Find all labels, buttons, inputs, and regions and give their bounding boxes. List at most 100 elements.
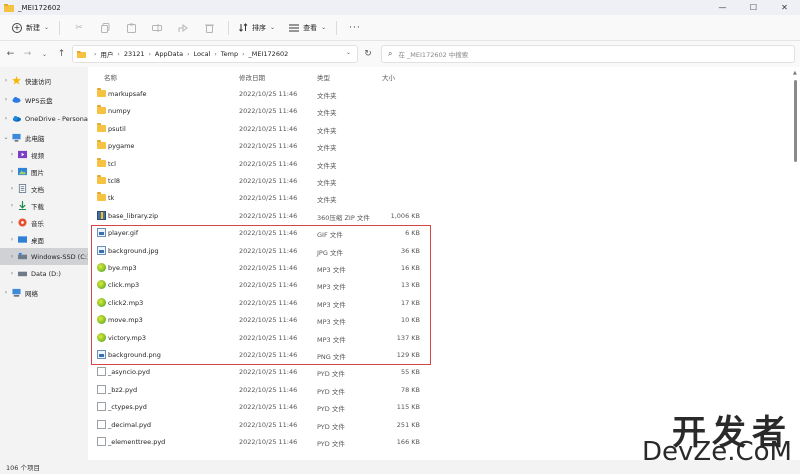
sidebar-item-quick-access[interactable]: › 快速访问 — [0, 72, 88, 89]
sidebar-item-desktop[interactable]: › 桌面 — [0, 231, 88, 248]
sidebar-item-this-pc[interactable]: ⌄ 此电脑 — [0, 129, 88, 146]
chevron-right-icon[interactable]: › — [0, 115, 12, 122]
file-row[interactable]: pygame 2022/10/25 11:46 文件夹 — [88, 137, 800, 154]
file-row[interactable]: tcl 2022/10/25 11:46 文件夹 — [88, 155, 800, 172]
toolbar-divider — [228, 20, 230, 35]
sidebar-item-documents[interactable]: › 文档 — [0, 180, 88, 197]
trash-icon — [204, 24, 214, 33]
chevron-right-icon[interactable]: › — [6, 270, 18, 277]
sidebar-item-wps-cloud[interactable]: › WPS云盘 — [0, 91, 88, 108]
back-button[interactable]: ← — [2, 45, 19, 63]
window-controls: — ☐ ✕ — [707, 0, 800, 15]
share-button[interactable] — [170, 19, 196, 37]
paste-button[interactable] — [118, 19, 144, 37]
refresh-button[interactable]: ↻ — [360, 45, 376, 63]
file-row[interactable]: player.gif 2022/10/25 11:46 GIF 文件 6 KB — [88, 224, 800, 241]
file-size: 36 KB — [400, 246, 420, 255]
chevron-down-icon[interactable]: ⌄ — [0, 134, 12, 141]
recent-locations-button[interactable]: ⌄ — [36, 45, 53, 63]
file-row[interactable]: background.png 2022/10/25 11:46 PNG 文件 129 … — [88, 346, 800, 363]
column-date[interactable]: 修改日期 — [239, 72, 265, 82]
sidebar-item-music[interactable]: › 音乐 — [0, 214, 88, 231]
address-bar[interactable]: › 用户 › 23121 › AppData › Local › Temp › … — [72, 45, 358, 63]
chevron-down-icon[interactable]: ⌄ — [346, 49, 351, 56]
folder-icon — [77, 50, 86, 58]
chevron-right-icon[interactable]: › — [6, 185, 18, 192]
file-row[interactable]: _bz2.pyd 2022/10/25 11:46 PYD 文件 78 KB — [88, 381, 800, 398]
file-type: 360压缩 ZIP 文件 — [317, 213, 370, 222]
scrollbar-thumb[interactable] — [794, 80, 797, 162]
chevron-right-icon[interactable]: › — [6, 168, 18, 175]
column-size[interactable]: 大小 — [382, 72, 395, 82]
drive-icon — [18, 252, 27, 260]
copy-icon — [100, 22, 110, 33]
sidebar-item-onedrive[interactable]: › OneDrive - Persona — [0, 110, 88, 127]
file-row[interactable]: numpy 2022/10/25 11:46 文件夹 — [88, 102, 800, 119]
file-row[interactable]: victory.mp3 2022/10/25 11:46 MP3 文件 137 KB — [88, 329, 800, 346]
file-row[interactable]: psutil 2022/10/25 11:46 文件夹 — [88, 120, 800, 137]
audio-file-icon — [97, 297, 106, 307]
minimize-button[interactable]: — — [707, 0, 738, 15]
chevron-right-icon[interactable]: › — [6, 236, 18, 243]
scroll-up-icon[interactable]: ▲ — [793, 70, 797, 76]
copy-button[interactable] — [92, 19, 118, 37]
delete-button[interactable] — [196, 19, 222, 37]
rename-button[interactable] — [144, 19, 170, 37]
breadcrumb-users[interactable]: 用户 — [100, 49, 113, 59]
file-row[interactable]: bye.mp3 2022/10/25 11:46 MP3 文件 16 KB — [88, 259, 800, 276]
breadcrumb-temp[interactable]: Temp — [221, 50, 238, 58]
column-name[interactable]: 名称 — [104, 72, 117, 82]
new-button[interactable]: + 新建 ⌄ — [8, 19, 53, 37]
scissors-icon: ✂ — [75, 22, 83, 33]
file-name: base_library.zip — [108, 211, 159, 220]
cut-button[interactable]: ✂ — [66, 19, 92, 37]
arrow-right-icon: → — [23, 49, 32, 59]
breadcrumb-local[interactable]: Local — [194, 50, 211, 58]
file-row[interactable]: tcl8 2022/10/25 11:46 文件夹 — [88, 172, 800, 189]
forward-button[interactable]: → — [19, 45, 36, 63]
chevron-right-icon[interactable]: › — [6, 202, 18, 209]
file-size: 16 KB — [400, 264, 420, 272]
sidebar-item-label: WPS云盘 — [25, 96, 53, 105]
file-size: 251 KB — [396, 420, 420, 429]
more-options-button[interactable]: ··· — [349, 23, 361, 33]
chevron-right-icon[interactable]: › — [6, 219, 18, 226]
sidebar-item-drive-c[interactable]: › Windows-SSD (C:) — [0, 248, 88, 265]
sidebar-item-label: 桌面 — [31, 236, 44, 245]
share-icon — [178, 23, 188, 32]
breadcrumb-user[interactable]: 23121 — [124, 50, 145, 58]
breadcrumb-current[interactable]: _MEI172602 — [249, 50, 289, 58]
sidebar-item-videos[interactable]: › 视频 — [0, 146, 88, 163]
file-date: 2022/10/25 11:46 — [239, 438, 298, 446]
file-type: 文件夹 — [317, 92, 337, 100]
sort-button[interactable]: 排序 ⌄ — [235, 19, 279, 37]
file-size: 1,006 KB — [390, 211, 420, 220]
sidebar-item-pictures[interactable]: › 图片 — [0, 163, 88, 180]
chevron-right-icon[interactable]: › — [6, 253, 18, 260]
chevron-right-icon[interactable]: › — [0, 289, 12, 296]
sidebar-item-network[interactable]: › 网络 — [0, 284, 88, 301]
file-row[interactable]: base_library.zip 2022/10/25 11:46 360压缩 ZI… — [88, 207, 800, 224]
sidebar-item-downloads[interactable]: › 下载 — [0, 197, 88, 214]
file-row[interactable]: click.mp3 2022/10/25 11:46 MP3 文件 13 KB — [88, 276, 800, 293]
file-row[interactable]: background.jpg 2022/10/25 11:46 JPG 文件 36 K… — [88, 242, 800, 259]
folder-icon — [97, 175, 106, 184]
file-row[interactable]: move.mp3 2022/10/25 11:46 MP3 文件 10 KB — [88, 311, 800, 328]
chevron-right-icon[interactable]: › — [0, 77, 12, 84]
sidebar-item-drive-d[interactable]: › Data (D:) — [0, 265, 88, 282]
search-input[interactable]: ⌕ 在 _MEI172602 中搜索 — [381, 45, 795, 63]
file-date: 2022/10/25 11:46 — [239, 264, 298, 272]
maximize-button[interactable]: ☐ — [738, 0, 769, 15]
chevron-right-icon[interactable]: › — [6, 151, 18, 158]
up-button[interactable]: ↑ — [53, 45, 70, 63]
chevron-right-icon[interactable]: › — [0, 96, 12, 103]
file-row[interactable]: tk 2022/10/25 11:46 文件夹 — [88, 189, 800, 206]
close-button[interactable]: ✕ — [769, 0, 800, 15]
file-row[interactable]: markupsafe 2022/10/25 11:46 文件夹 — [88, 85, 800, 102]
file-row[interactable]: click2.mp3 2022/10/25 11:46 MP3 文件 17 KB — [88, 294, 800, 311]
file-row[interactable]: _asyncio.pyd 2022/10/25 11:46 PYD 文件 55 KB — [88, 363, 800, 380]
vertical-scrollbar[interactable]: ▲ — [793, 70, 798, 460]
breadcrumb-appdata[interactable]: AppData — [155, 50, 183, 58]
column-type[interactable]: 类型 — [317, 72, 330, 82]
view-button[interactable]: 查看 ⌄ — [285, 19, 330, 37]
